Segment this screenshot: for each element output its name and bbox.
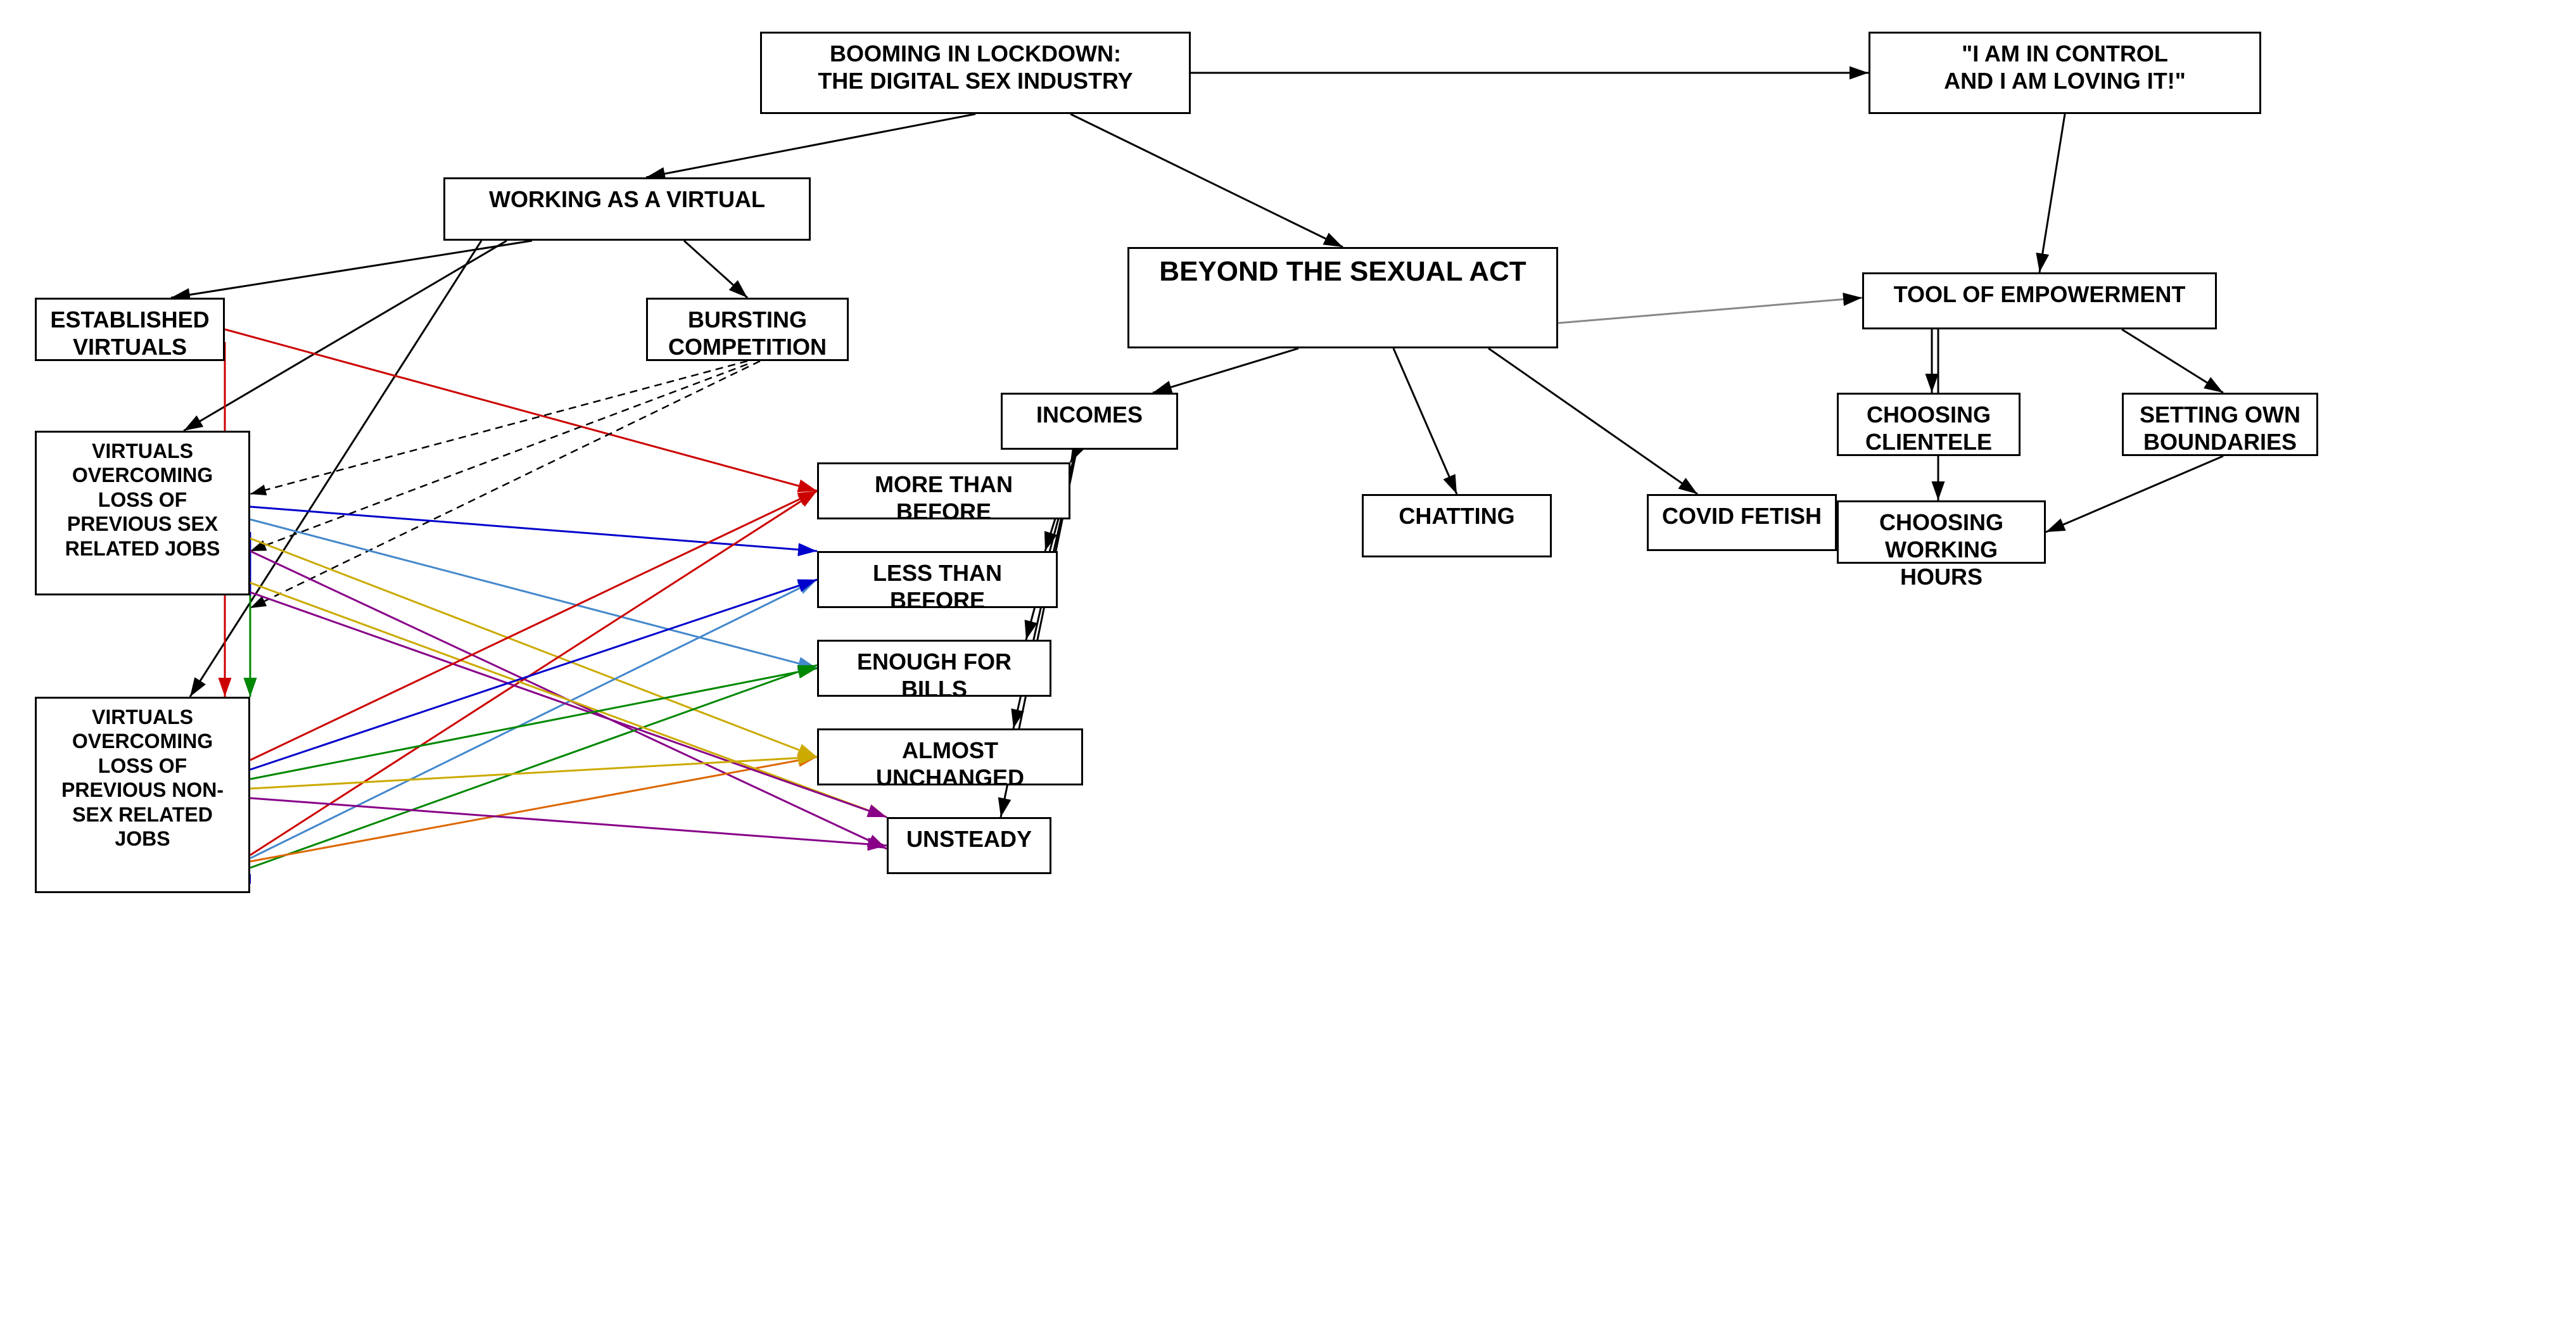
virtuals-overcoming-nonsex-node: VIRTUALS OVERCOMING LOSS OF PREVIOUS NON… [35, 697, 250, 893]
working-virtual-node: WORKING AS A VIRTUAL [443, 177, 811, 241]
almost-unchanged-node: ALMOST UNCHANGED [817, 728, 1083, 785]
arrows-svg [0, 0, 2576, 1327]
tool-empowerment-node: TOOL OF EMPOWERMENT [1862, 272, 2217, 329]
virtuals-overcoming-sex-node: VIRTUALS OVERCOMING LOSS OF PREVIOUS SEX… [35, 431, 250, 595]
unsteady-node: UNSTEADY [887, 817, 1051, 874]
choosing-working-hours-node: CHOOSING WORKING HOURS [1837, 500, 2046, 564]
less-than-before-node: LESS THAN BEFORE [817, 551, 1058, 608]
diagram-container: BOOMING IN LOCKDOWN: THE DIGITAL SEX IND… [0, 0, 2576, 1327]
enough-for-bills-node: ENOUGH FOR BILLS [817, 640, 1051, 697]
more-than-before-node: MORE THAN BEFORE [817, 462, 1070, 519]
main-title-node: BOOMING IN LOCKDOWN: THE DIGITAL SEX IND… [760, 32, 1191, 114]
covid-fetish-node: COVID FETISH [1647, 494, 1837, 551]
bursting-competition-node: BURSTING COMPETITION [646, 298, 849, 361]
incomes-node: INCOMES [1001, 393, 1178, 450]
choosing-clientele-node: CHOOSING CLIENTELE [1837, 393, 2021, 456]
established-virtuals-node: ESTABLISHED VIRTUALS [35, 298, 225, 361]
i-am-control-node: "I AM IN CONTROL AND I AM LOVING IT!" [1869, 32, 2261, 114]
chatting-node: CHATTING [1362, 494, 1552, 557]
setting-own-boundaries-node: SETTING OWN BOUNDARIES [2122, 393, 2318, 456]
beyond-sexual-act-node: BEYOND THE SEXUAL ACT [1127, 247, 1558, 348]
